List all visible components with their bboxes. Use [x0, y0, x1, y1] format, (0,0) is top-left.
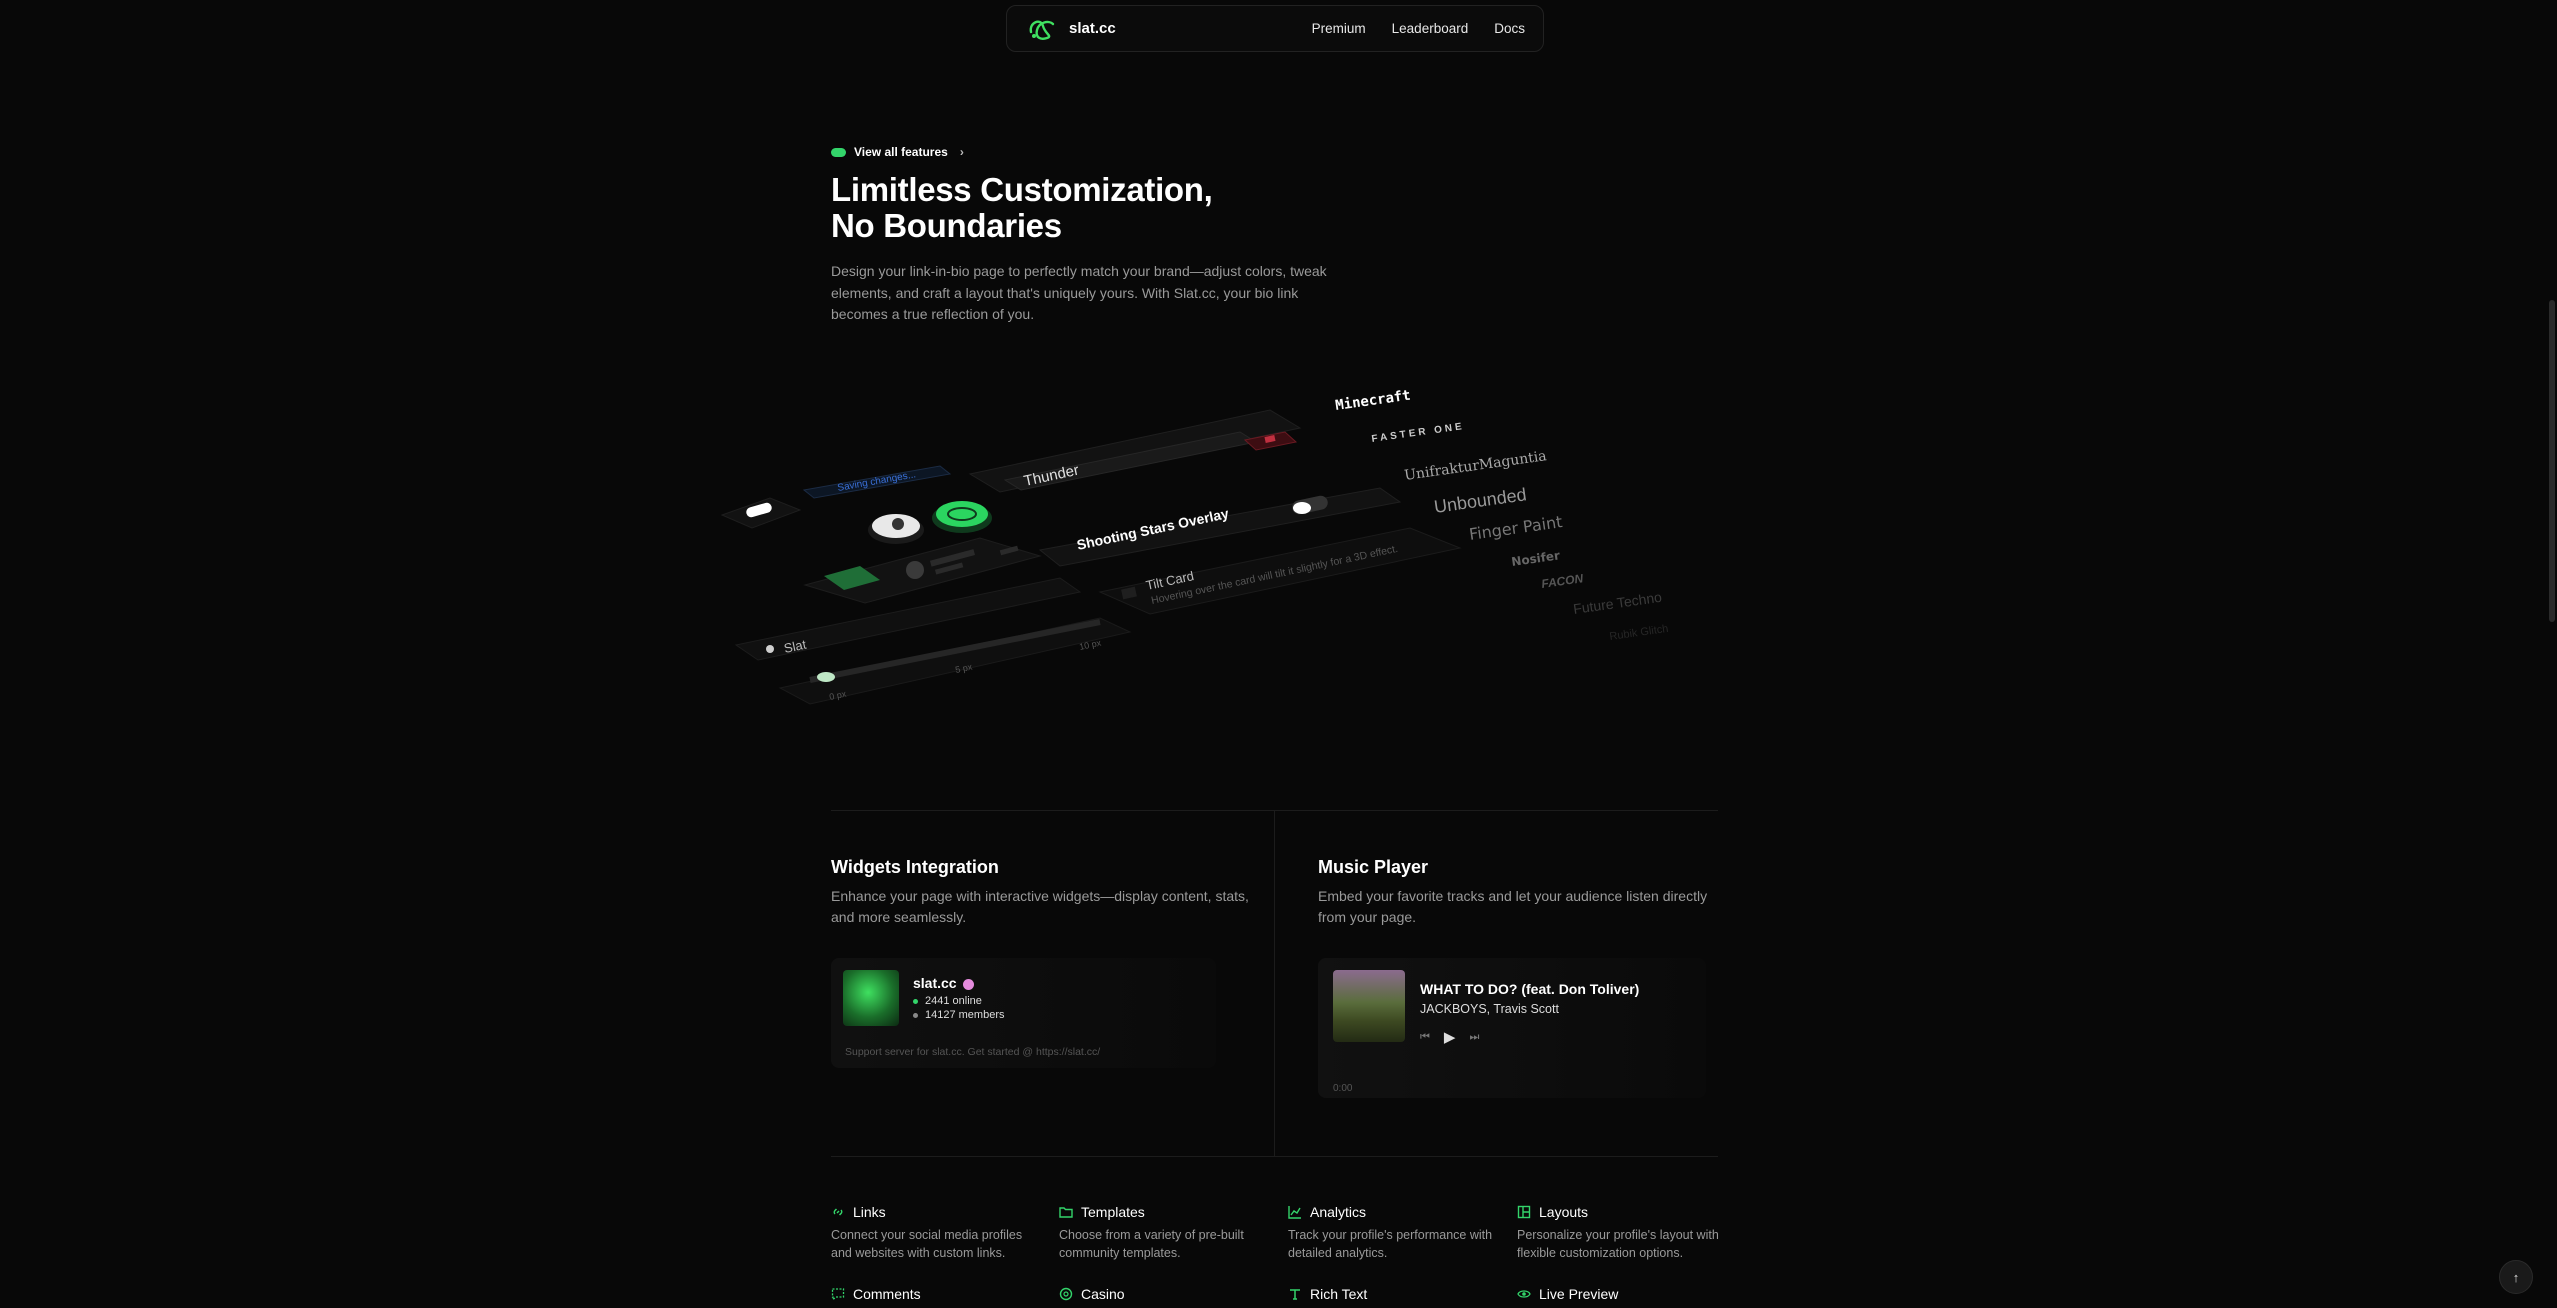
steam-icon [868, 514, 924, 544]
comment-icon [831, 1287, 845, 1301]
feature-comments: Comments [831, 1286, 1041, 1308]
headline-line-2: No Boundaries [831, 207, 1062, 244]
online-count-text: 2441 online [925, 995, 982, 1007]
view-all-features-label: View all features [854, 145, 948, 159]
member-count-text: 14127 members [925, 1009, 1005, 1021]
layout-icon [1517, 1205, 1531, 1219]
feature-templates: Templates Choose from a variety of pre-b… [1059, 1204, 1269, 1262]
nav-links: Premium Leaderboard Docs [1312, 21, 1525, 36]
server-footer: Support server for slat.cc. Get started … [845, 1046, 1101, 1058]
feature-title-rich-text: Rich Text [1310, 1286, 1368, 1302]
feature-links: Links Connect your social media profiles… [831, 1204, 1041, 1262]
online-dot-icon [913, 998, 918, 1004]
saving-changes-text: Saving changes... [837, 469, 917, 494]
font-name-future-techno: Future Techno [1572, 589, 1663, 617]
music-title: Music Player [1318, 857, 1429, 877]
play-icon[interactable]: ▶ [1444, 1028, 1456, 1046]
music-player: WHAT TO DO? (feat. Don Toliver) JACKBOYS… [1318, 958, 1706, 1098]
server-name-row: slat.cc [913, 975, 974, 991]
divider-vertical [1274, 811, 1275, 1156]
headline-line-1: Limitless Customization, [831, 171, 1213, 208]
album-cover [1333, 970, 1405, 1042]
arrow-up-icon: ↑ [2512, 1269, 2520, 1285]
font-name-faster-one: FASTER ONE [1371, 421, 1466, 445]
feature-analytics: Analytics Track your profile's performan… [1288, 1204, 1498, 1262]
discord-widget[interactable]: slat.cc 2441 online 14127 members Suppor… [831, 958, 1216, 1068]
boost-badge-icon [962, 978, 974, 990]
track-artist: JACKBOYS, Travis Scott [1420, 1002, 1559, 1016]
font-name-unifraktur: UnifrakturMaguntia [1403, 448, 1547, 484]
divider-bottom [831, 1156, 1718, 1157]
eye-icon [1517, 1287, 1531, 1301]
view-all-features-link[interactable]: View all features › [831, 145, 964, 159]
feature-title-templates: Templates [1081, 1204, 1145, 1220]
font-name-unbounded: Unbounded [1433, 484, 1528, 517]
player-controls: ⏮ ▶ ⏭ [1420, 1028, 1479, 1046]
saving-badge: Saving changes... [802, 465, 952, 499]
feature-layouts: Layouts Personalize your profile's layou… [1517, 1204, 1727, 1262]
font-selector-card: Thunder [968, 409, 1302, 493]
font-name-minecraft: Minecraft [1334, 388, 1411, 414]
casino-icon [1059, 1287, 1073, 1301]
track-title: WHAT TO DO? (feat. Don Toliver) [1420, 981, 1640, 997]
feature-title-links: Links [853, 1204, 886, 1220]
server-name: slat.cc [913, 975, 957, 991]
page-title: Limitless Customization, No Boundaries [831, 172, 1213, 244]
font-name-facon: FACON [1540, 571, 1584, 591]
widgets-description: Enhance your page with interactive widge… [831, 888, 1249, 925]
feature-rich-text: Rich Text [1288, 1286, 1498, 1308]
feature-casino: Casino [1059, 1286, 1269, 1308]
feature-title-live-preview: Live Preview [1539, 1286, 1619, 1302]
top-navbar: slat.cc Premium Leaderboard Docs [1006, 5, 1544, 52]
feature-desc-layouts: Personalize your profile's layout with f… [1517, 1228, 1719, 1260]
feature-desc-links: Connect your social media profiles and w… [831, 1228, 1023, 1260]
green-dot-icon [831, 147, 846, 157]
feature-title-layouts: Layouts [1539, 1204, 1589, 1220]
feature-title-casino: Casino [1081, 1286, 1125, 1302]
brand-name[interactable]: slat.cc [1069, 20, 1116, 37]
chart-icon [1288, 1205, 1302, 1219]
widgets-title: Widgets Integration [831, 857, 999, 877]
folder-icon [1059, 1205, 1073, 1219]
hero-description: Design your link-in-bio page to perfectl… [831, 263, 1327, 322]
music-description: Embed your favorite tracks and let your … [1318, 888, 1708, 925]
feature-desc-analytics: Track your profile's performance with de… [1288, 1228, 1493, 1260]
font-name-rubik-glitch: Rubik Glitch [1609, 623, 1669, 643]
link-icon [831, 1205, 845, 1219]
nav-link-leaderboard[interactable]: Leaderboard [1392, 21, 1469, 36]
customization-showcase: Saving changes... Slat 0 px 5 px 10 px T… [700, 370, 1720, 730]
nav-link-docs[interactable]: Docs [1494, 21, 1525, 36]
spotify-icon [932, 501, 992, 533]
nav-link-premium[interactable]: Premium [1312, 21, 1366, 36]
toggle-card [720, 497, 802, 529]
page-scrollbar[interactable] [2549, 300, 2555, 622]
previous-icon[interactable]: ⏮ [1420, 1031, 1430, 1044]
feature-title-comments: Comments [853, 1286, 921, 1302]
scroll-to-top-button[interactable]: ↑ [2499, 1260, 2533, 1294]
feature-live-preview: Live Preview [1517, 1286, 1727, 1308]
chevron-right-icon: › [959, 145, 964, 159]
member-dot-icon [913, 1012, 918, 1018]
slat-logo-icon[interactable] [1025, 14, 1059, 44]
font-name-finger-paint: Finger Paint [1468, 512, 1564, 544]
player-time: 0:00 [1333, 1083, 1353, 1094]
feature-desc-templates: Choose from a variety of pre-built commu… [1059, 1228, 1244, 1260]
server-avatar [843, 970, 899, 1026]
feature-title-analytics: Analytics [1310, 1204, 1367, 1220]
text-icon [1288, 1287, 1302, 1301]
font-name-nosifer: Nosifer [1510, 548, 1560, 569]
font-list: Minecraft FASTER ONE UnifrakturMaguntia … [1334, 388, 1669, 643]
next-icon[interactable]: ⏭ [1469, 1031, 1479, 1044]
online-count: 2441 online [913, 995, 982, 1007]
member-count: 14127 members [913, 1009, 1005, 1021]
